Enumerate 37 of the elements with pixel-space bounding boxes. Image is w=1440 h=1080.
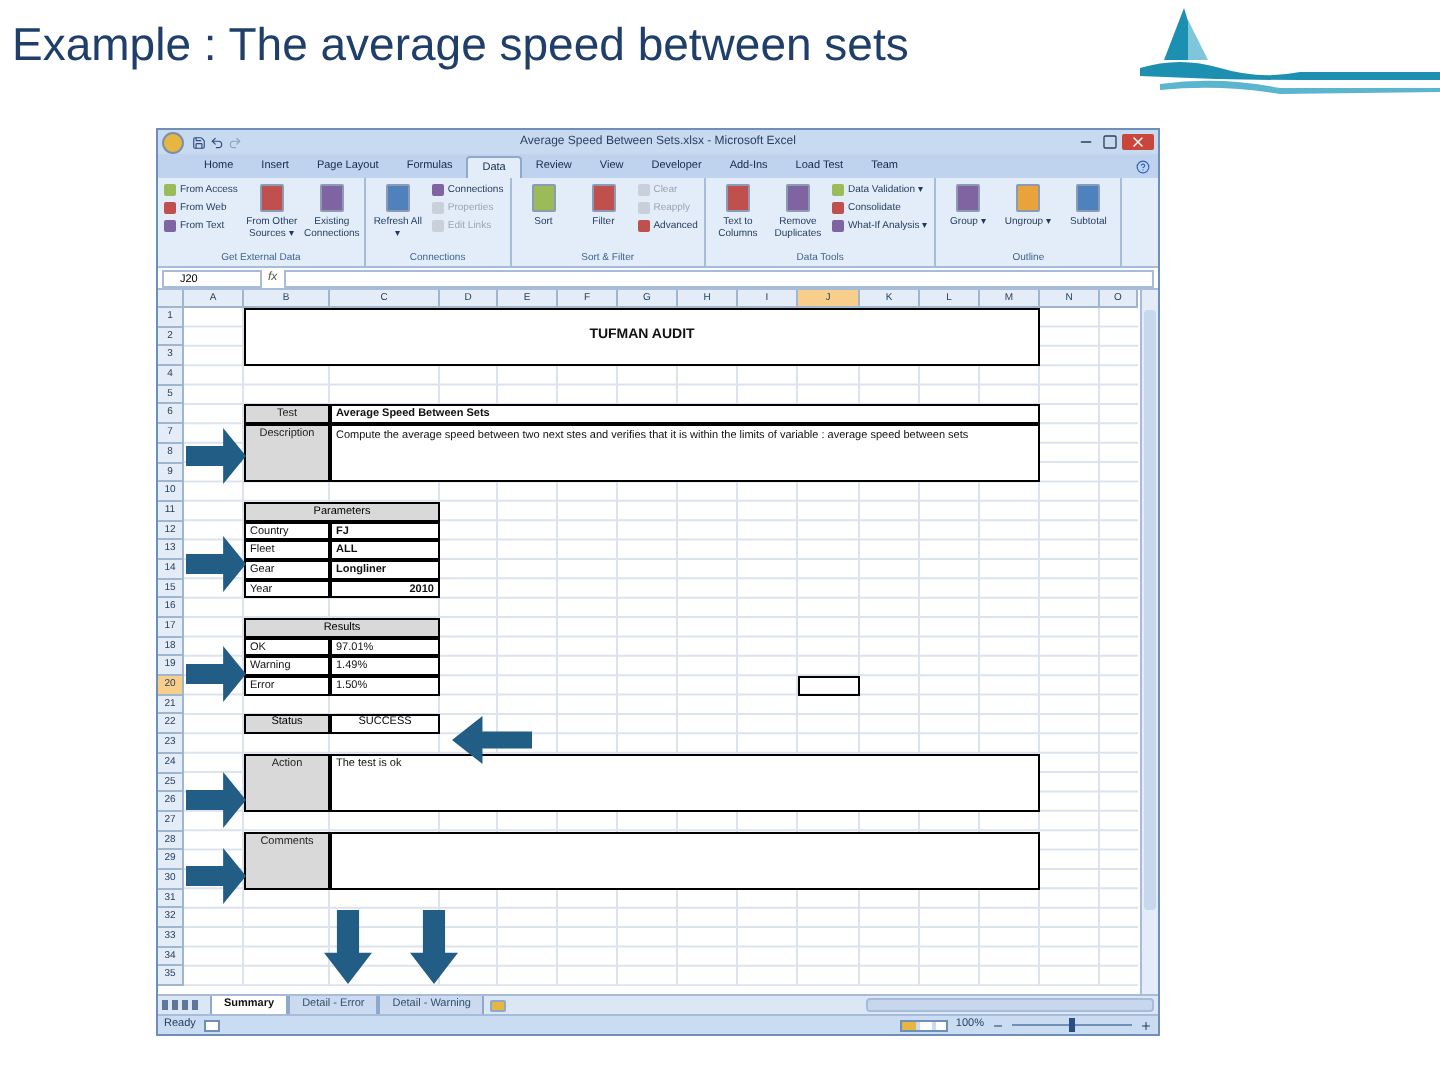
arrow-icon: [186, 848, 246, 904]
save-icon[interactable]: [192, 135, 206, 149]
zoom-out-icon[interactable]: [992, 1019, 1004, 1031]
selected-cell[interactable]: [798, 676, 860, 696]
command-icon: [385, 184, 410, 212]
arrow-icon: [186, 428, 246, 484]
maximize-icon[interactable]: [1098, 134, 1122, 150]
arrow-icon: [186, 536, 246, 592]
command-icon: [319, 184, 344, 212]
office-button[interactable]: [162, 131, 184, 153]
help-icon[interactable]: [1136, 160, 1150, 174]
command-icon: [956, 184, 981, 212]
formula-field[interactable]: [283, 269, 1154, 287]
command-icon: [591, 184, 616, 212]
undo-icon[interactable]: [210, 135, 224, 149]
command-icon: [1076, 184, 1101, 212]
zoom-in-icon[interactable]: [1140, 1019, 1152, 1031]
command-icon: [785, 184, 810, 212]
sheet-nav-icon[interactable]: [162, 1000, 202, 1010]
arrow-icon: [186, 772, 246, 828]
zoom-thumb[interactable]: [1069, 1018, 1075, 1032]
command-icon: [1016, 184, 1041, 212]
arrow-icon: [410, 910, 458, 984]
macro-icon[interactable]: [203, 1019, 220, 1031]
arrow-icon: [186, 646, 246, 702]
arrow-icon: [324, 910, 372, 984]
horizontal-scrollbar[interactable]: [866, 998, 1154, 1012]
select-all-corner[interactable]: [158, 290, 184, 308]
view-buttons-icon[interactable]: [899, 1019, 948, 1031]
slide-title: Example : The average speed between sets: [10, 16, 909, 72]
vertical-scrollbar[interactable]: [1140, 290, 1158, 994]
command-icon: [531, 184, 556, 212]
arrow-icon: [452, 716, 532, 764]
close-icon[interactable]: [1122, 134, 1154, 150]
command-icon: [259, 184, 284, 212]
insert-sheet-icon[interactable]: [490, 999, 507, 1011]
command-icon: [725, 184, 750, 212]
